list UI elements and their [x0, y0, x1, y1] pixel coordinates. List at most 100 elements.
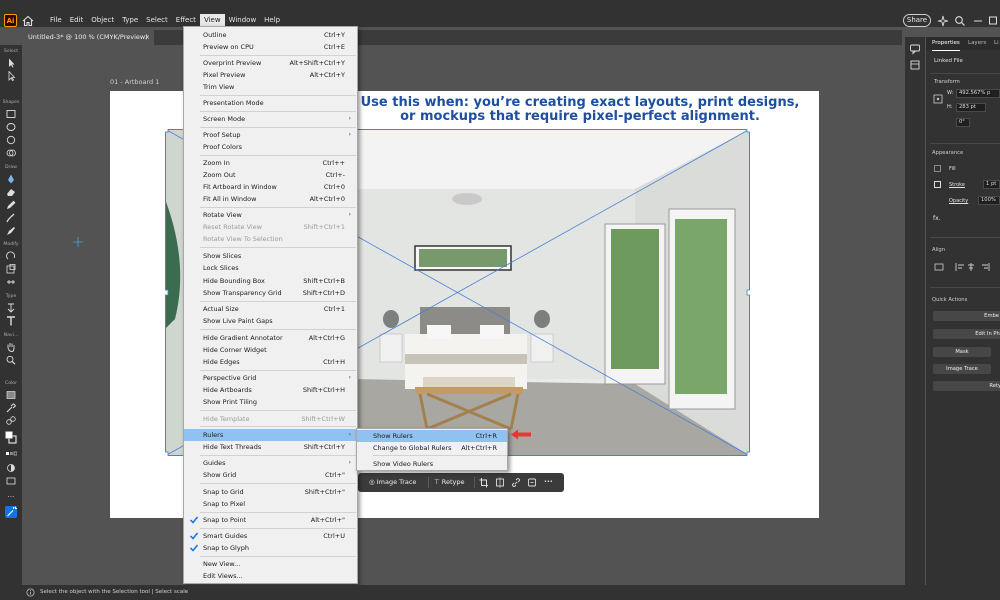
menu-item-hide-corner-widget[interactable]: Hide Corner Widget: [184, 344, 357, 356]
type-tool-icon[interactable]: [5, 316, 17, 326]
align-buttons-icon[interactable]: [934, 262, 1000, 272]
menu-item-screen-mode[interactable]: Screen Mode ›: [184, 113, 357, 125]
menu-item-snap-to-point[interactable]: Snap to Point Alt+Ctrl+": [184, 514, 357, 526]
menu-item-lock-slices[interactable]: Lock Slices: [184, 262, 357, 274]
menu-item-guides[interactable]: Guides ›: [184, 457, 357, 469]
edit-toolbar-icon[interactable]: ...: [0, 491, 22, 499]
menu-item-hide-text-threads[interactable]: Hide Text Threads Shift+Ctrl+Y: [184, 441, 357, 453]
menu-item-hide-gradient-annotator[interactable]: Hide Gradient Annotator Alt+Ctrl+G: [184, 332, 357, 344]
menu-item-proof-setup[interactable]: Proof Setup ›: [184, 129, 357, 141]
stroke-label[interactable]: Stroke: [949, 182, 965, 188]
menu-item-perspective-grid[interactable]: Perspective Grid ›: [184, 372, 357, 384]
home-icon[interactable]: [21, 14, 35, 27]
mask-button[interactable]: Mask: [933, 347, 991, 357]
menu-type[interactable]: Type: [118, 14, 142, 27]
rotate-tool-icon[interactable]: [5, 251, 17, 261]
menu-item-show-grid[interactable]: Show Grid Ctrl+": [184, 469, 357, 481]
menu-item-snap-to-glyph[interactable]: Snap to Glyph: [184, 542, 357, 554]
link-icon[interactable]: [511, 476, 521, 489]
tab-properties[interactable]: Properties: [932, 37, 960, 51]
gradient-tool-icon[interactable]: [5, 390, 17, 400]
menu-item-overprint-preview[interactable]: Overprint Preview Alt+Shift+Ctrl+Y: [184, 57, 357, 69]
menu-item-pixel-preview[interactable]: Pixel Preview Alt+Ctrl+Y: [184, 69, 357, 81]
hand-tool-icon[interactable]: [5, 342, 17, 352]
draw-mode-icon[interactable]: [5, 463, 17, 473]
touch-type-tool-icon[interactable]: [5, 303, 17, 313]
menu-item-rotate-view[interactable]: Rotate View ›: [184, 209, 357, 221]
opacity-label[interactable]: Opacity: [949, 198, 968, 204]
sparkle-icon[interactable]: [937, 14, 949, 27]
rotation-input[interactable]: 0°: [956, 118, 970, 127]
opacity-input[interactable]: 100%: [978, 196, 1000, 205]
width-tool-icon[interactable]: [5, 277, 17, 287]
menu-item-show-rulers[interactable]: Show Rulers Ctrl+R: [357, 430, 507, 442]
menu-item-trim-view[interactable]: Trim View: [184, 81, 357, 93]
reference-point-icon[interactable]: [933, 94, 943, 104]
share-button[interactable]: Share: [903, 14, 931, 27]
stroke-swatch-icon[interactable]: [934, 181, 941, 188]
menu-item-fit-artboard[interactable]: Fit Artboard in Window Ctrl+0: [184, 181, 357, 193]
shape-builder-tool-icon[interactable]: [5, 148, 17, 158]
rectangle-tool-icon[interactable]: [5, 109, 17, 119]
pen-tool-icon[interactable]: [5, 174, 17, 184]
fill-stroke-swatch-icon[interactable]: [5, 431, 17, 445]
comments-icon[interactable]: [909, 43, 921, 55]
minimize-icon[interactable]: [972, 14, 984, 27]
menu-item-show-slices[interactable]: Show Slices: [184, 250, 357, 262]
document-tab[interactable]: Untitled-3* @ 100 % (CMYK/Preview) ×: [22, 30, 154, 45]
menu-item-hide-artboards[interactable]: Hide Artboards Shift+Ctrl+H: [184, 384, 357, 396]
blob-brush-tool-icon[interactable]: [5, 226, 17, 236]
menu-item-new-view[interactable]: New View...: [184, 558, 357, 570]
transform-icon[interactable]: [495, 476, 505, 489]
tab-libraries[interactable]: Li: [994, 37, 999, 50]
menu-item-rulers[interactable]: Rulers ›: [184, 429, 357, 441]
scale-tool-icon[interactable]: [5, 264, 17, 274]
menu-item-zoom-in[interactable]: Zoom In Ctrl++: [184, 157, 357, 169]
libraries-icon[interactable]: [909, 59, 921, 71]
menu-item-snap-to-pixel[interactable]: Snap to Pixel: [184, 498, 357, 510]
menu-item-fit-all[interactable]: Fit All in Window Alt+Ctrl+0: [184, 193, 357, 205]
image-trace-panel-button[interactable]: Image Trace: [933, 364, 991, 374]
menu-item-proof-colors[interactable]: Proof Colors: [184, 141, 357, 153]
menu-item-show-print-tiling[interactable]: Show Print Tiling: [184, 396, 357, 408]
menu-item-change-to-global-rulers[interactable]: Change to Global Rulers Alt+Ctrl+R: [357, 442, 507, 454]
selection-tool-icon[interactable]: [5, 58, 17, 68]
retype-button[interactable]: ⊤ Retype: [434, 476, 464, 489]
search-icon[interactable]: [954, 14, 966, 27]
menu-item-hide-bounding-box[interactable]: Hide Bounding Box Shift+Ctrl+B: [184, 275, 357, 287]
menu-item-show-video-rulers[interactable]: Show Video Rulers: [357, 458, 507, 470]
eyedropper-tool-icon[interactable]: [5, 403, 17, 413]
retype-panel-button[interactable]: Rety: [933, 381, 1000, 391]
ellipse-tool-icon[interactable]: [5, 122, 17, 132]
crop-icon[interactable]: [479, 476, 489, 489]
blend-tool-icon[interactable]: [5, 416, 17, 426]
polygon-tool-icon[interactable]: [5, 135, 17, 145]
menu-select[interactable]: Select: [142, 14, 172, 27]
direct-selection-tool-icon[interactable]: [5, 71, 17, 81]
menu-item-edit-views[interactable]: Edit Views...: [184, 570, 357, 582]
image-trace-button[interactable]: ◎ Image Trace: [369, 476, 416, 489]
menu-item-preview-on-cpu[interactable]: Preview on CPU Ctrl+E: [184, 41, 357, 53]
menu-item-outline[interactable]: Outline Ctrl+Y: [184, 29, 357, 41]
width-input[interactable]: 492.567% p: [956, 89, 1000, 98]
maximize-icon[interactable]: [987, 14, 999, 27]
menu-item-hide-edges[interactable]: Hide Edges Ctrl+H: [184, 356, 357, 368]
fill-swatch-icon[interactable]: [934, 165, 941, 172]
color-mode-icon[interactable]: [5, 450, 17, 460]
embed-icon[interactable]: [527, 476, 537, 489]
menu-edit[interactable]: Edit: [66, 14, 88, 27]
menu-item-zoom-out[interactable]: Zoom Out Ctrl+-: [184, 169, 357, 181]
embed-button[interactable]: Embe: [933, 311, 1000, 321]
more-options-icon[interactable]: •••: [544, 476, 553, 489]
menu-file[interactable]: File: [46, 14, 66, 27]
edit-in-photoshop-button[interactable]: Edit In Pho: [933, 329, 1000, 339]
pencil-tool-icon[interactable]: [5, 200, 17, 210]
effects-icon[interactable]: fx.: [933, 215, 941, 222]
menu-item-presentation-mode[interactable]: Presentation Mode: [184, 97, 357, 109]
stroke-weight-input[interactable]: 1 pt: [983, 180, 1000, 189]
tab-layers[interactable]: Layers: [968, 37, 986, 50]
zoom-tool-icon[interactable]: [5, 355, 17, 365]
menu-item-snap-to-grid[interactable]: Snap to Grid Shift+Ctrl+": [184, 486, 357, 498]
magic-wand-tool-icon[interactable]: [5, 506, 17, 518]
screen-mode-icon[interactable]: [5, 476, 17, 486]
